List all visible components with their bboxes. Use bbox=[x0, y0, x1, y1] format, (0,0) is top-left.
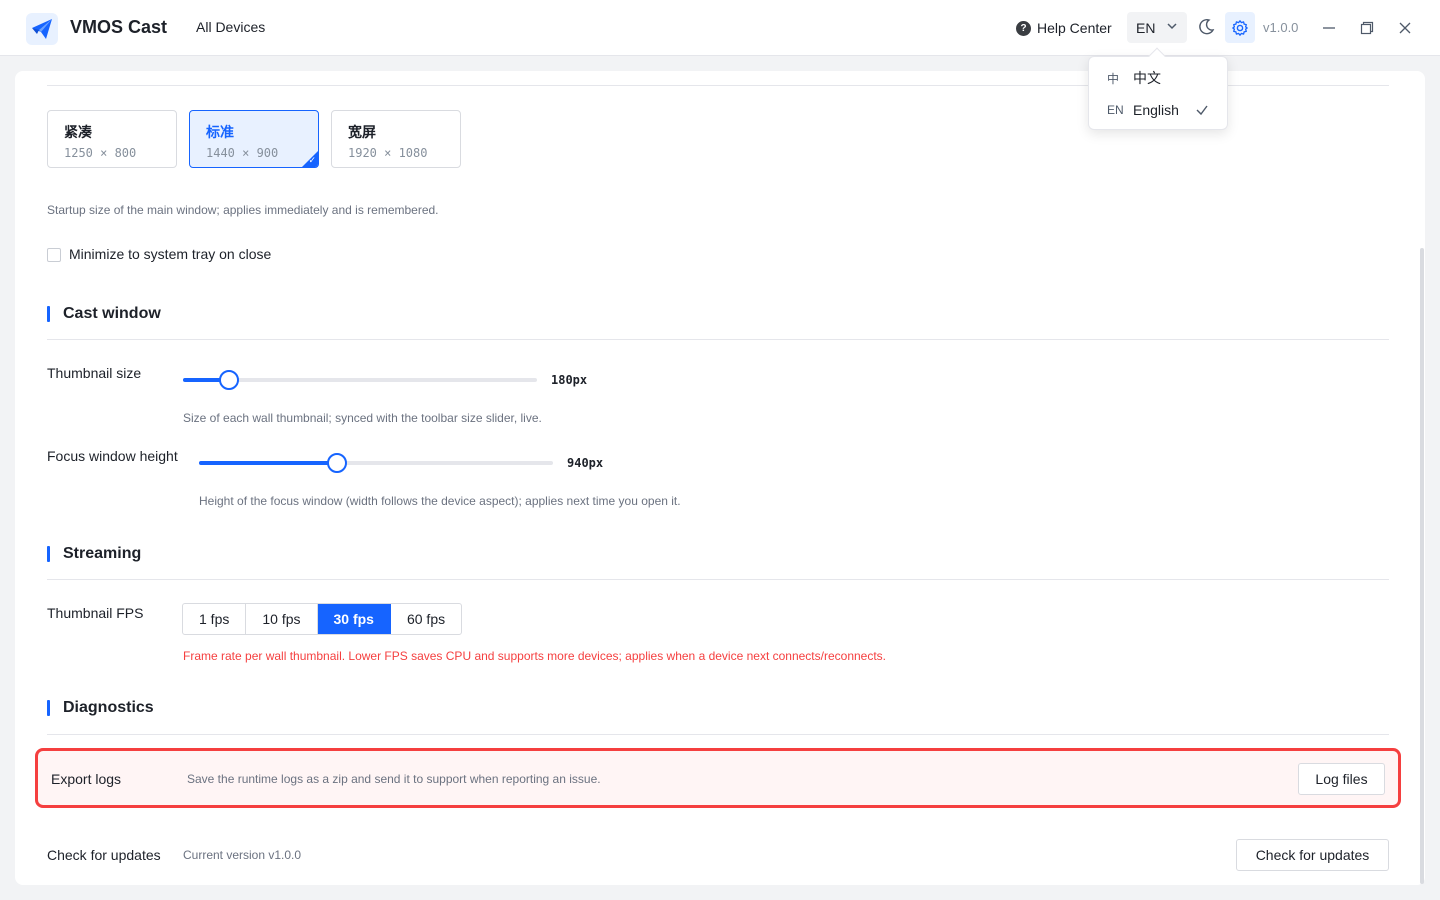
help-center-label: Help Center bbox=[1037, 20, 1112, 36]
scrollbar[interactable] bbox=[1420, 248, 1424, 884]
version-label: v1.0.0 bbox=[1263, 20, 1299, 35]
size-option-compact[interactable]: 紧凑 1250 × 800 bbox=[47, 110, 177, 168]
export-logs-description: Save the runtime logs as a zip and send … bbox=[187, 772, 601, 786]
focus-height-hint: Height of the focus window (width follow… bbox=[199, 494, 681, 508]
size-option-name: 标准 bbox=[206, 124, 234, 140]
slider-handle[interactable] bbox=[219, 370, 239, 390]
divider bbox=[47, 579, 1389, 580]
maximize-button[interactable] bbox=[1355, 16, 1379, 40]
fps-option-10[interactable]: 10 fps bbox=[246, 604, 318, 634]
check-updates-button[interactable]: Check for updates bbox=[1236, 839, 1389, 871]
fps-warning-text: Frame rate per wall thumbnail. Lower FPS… bbox=[183, 649, 887, 663]
fps-option-1[interactable]: 1 fps bbox=[183, 604, 247, 634]
focus-height-value: 940px bbox=[567, 456, 604, 470]
language-option-code: 中 bbox=[1107, 71, 1120, 86]
section-marker bbox=[47, 546, 50, 562]
app-logo bbox=[26, 13, 58, 45]
language-option-label: 中文 bbox=[1133, 70, 1161, 86]
focus-height-label: Focus window height bbox=[47, 448, 178, 464]
tray-checkbox-label[interactable]: Minimize to system tray on close bbox=[69, 246, 271, 262]
check-icon bbox=[1196, 105, 1208, 116]
close-icon bbox=[1399, 22, 1411, 34]
language-option-label: English bbox=[1133, 102, 1179, 118]
thumbnail-fps-label: Thumbnail FPS bbox=[47, 605, 144, 621]
check-icon: ✓ bbox=[308, 155, 316, 165]
language-option-code: EN bbox=[1107, 103, 1124, 117]
size-option-name: 宽屏 bbox=[348, 124, 376, 140]
fps-option-60[interactable]: 60 fps bbox=[391, 604, 461, 634]
focus-height-slider[interactable] bbox=[199, 453, 553, 473]
thumbnail-size-slider[interactable] bbox=[183, 370, 537, 390]
window-size-hint: Startup size of the main window; applies… bbox=[47, 203, 439, 217]
moon-icon bbox=[1199, 18, 1215, 35]
thumbnail-size-label: Thumbnail size bbox=[47, 365, 142, 381]
size-option-widescreen[interactable]: 宽屏 1920 × 1080 bbox=[331, 110, 461, 168]
section-marker bbox=[47, 306, 50, 322]
slider-handle[interactable] bbox=[327, 453, 347, 473]
section-title-cast-window: Cast window bbox=[63, 305, 161, 322]
help-icon: ? bbox=[1016, 20, 1031, 36]
help-center-link[interactable]: ? Help Center bbox=[1016, 18, 1112, 38]
settings-button[interactable] bbox=[1225, 12, 1255, 43]
current-version-text: Current version v1.0.0 bbox=[183, 848, 302, 862]
size-option-dimensions: 1250 × 800 bbox=[64, 146, 137, 160]
size-option-dimensions: 1440 × 900 bbox=[206, 146, 279, 160]
minimize-icon bbox=[1323, 27, 1335, 29]
language-dropdown: 中 中文 EN English bbox=[1088, 56, 1228, 130]
thumbnail-size-value: 180px bbox=[551, 373, 588, 387]
top-bar: VMOS Cast All Devices ? Help Center EN v… bbox=[0, 0, 1440, 56]
chevron-down-icon bbox=[1167, 23, 1177, 30]
app-title: VMOS Cast bbox=[70, 17, 168, 37]
language-select[interactable]: EN bbox=[1127, 12, 1187, 43]
restore-icon bbox=[1360, 21, 1374, 35]
divider bbox=[47, 734, 1389, 735]
fps-option-30[interactable]: 30 fps bbox=[317, 604, 391, 634]
tray-checkbox[interactable] bbox=[47, 248, 61, 262]
language-code: EN bbox=[1136, 19, 1156, 36]
slider-fill bbox=[199, 461, 337, 465]
section-title-diagnostics: Diagnostics bbox=[63, 699, 154, 716]
language-option-en[interactable]: EN English bbox=[1089, 95, 1229, 125]
language-option-zh[interactable]: 中 中文 bbox=[1089, 63, 1229, 93]
export-logs-label: Export logs bbox=[51, 771, 122, 787]
size-option-name: 紧凑 bbox=[64, 124, 92, 140]
divider bbox=[47, 339, 1389, 340]
size-option-standard[interactable]: 标准 1440 × 900 ✓ bbox=[189, 110, 319, 168]
check-updates-label: Check for updates bbox=[47, 847, 161, 863]
log-files-button[interactable]: Log files bbox=[1298, 763, 1385, 795]
section-title-streaming: Streaming bbox=[63, 545, 142, 562]
paper-plane-icon bbox=[32, 19, 52, 39]
close-button[interactable] bbox=[1393, 16, 1417, 40]
minimize-button[interactable] bbox=[1317, 16, 1341, 40]
gear-icon bbox=[1232, 19, 1248, 36]
theme-toggle-button[interactable] bbox=[1195, 16, 1217, 38]
size-option-dimensions: 1920 × 1080 bbox=[348, 146, 428, 160]
nav-all-devices[interactable]: All Devices bbox=[196, 19, 265, 35]
section-marker bbox=[47, 700, 50, 716]
thumbnail-size-hint: Size of each wall thumbnail; synced with… bbox=[183, 411, 542, 425]
fps-segmented-control: 1 fps 10 fps 30 fps 60 fps bbox=[182, 603, 463, 635]
